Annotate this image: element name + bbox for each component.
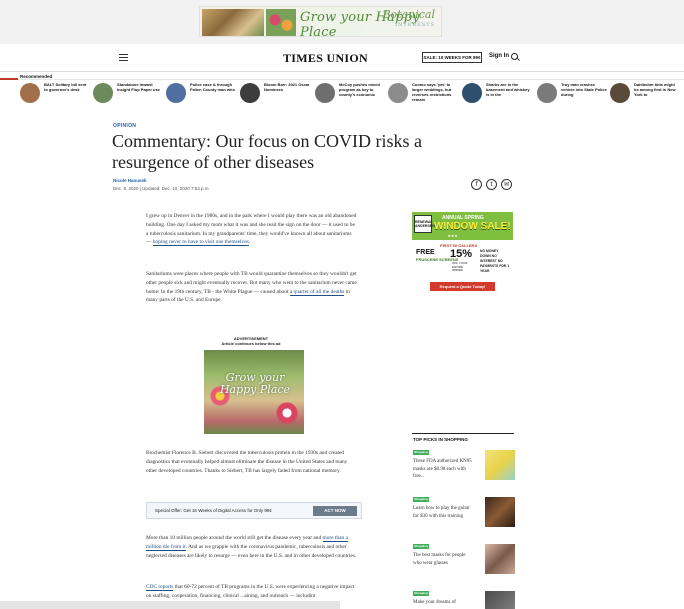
article-paragraph: I grew up in Denver in the 1980s, and in… [146, 212, 358, 247]
masthead: TIMES UNION SALE: 10 WEEKS FOR 99¢ Sign … [0, 44, 684, 72]
offer-text: Special Offer: Get 16 Weeks of Digital A… [155, 508, 272, 513]
special-offer-banner: Special Offer: Get 16 Weeks of Digital A… [146, 502, 362, 519]
top-picks-title: TOP PICKS IN SHOPPING [413, 437, 468, 442]
ad-logo: RENEWAL ANDERSEN [414, 215, 435, 233]
ad-free: FREE [416, 249, 435, 256]
pick-headline: These FDA authorized KN95 masks are $0.9… [413, 459, 472, 479]
ad-photo [202, 9, 264, 36]
shopping-pick[interactable]: Shopping These FDA authorized KN95 masks… [413, 450, 515, 490]
pick-headline: Make your dreams of [413, 600, 456, 605]
ad-percent: 15% [450, 248, 473, 260]
recommended-item[interactable]: Sharks are in the basement and whiskey i… [462, 82, 534, 106]
recommended-item[interactable]: Dahlbohm bids might be among first in Ne… [610, 82, 682, 106]
recommended-thumb [166, 83, 186, 103]
pick-image [485, 591, 515, 609]
recommended-headline: Troy man crashes vehicle into State Poli… [561, 82, 607, 97]
article-headline: Commentary: Our focus on COVID risks a r… [112, 131, 422, 172]
window-sale-ad[interactable]: RENEWAL ANDERSEN ANNUAL SPRING WINDOW SA… [412, 212, 513, 295]
top-banner-ad[interactable]: Grow your Happy Place Botanical INTEREST… [199, 6, 442, 37]
pick-image [485, 544, 515, 574]
ad-title: WINDOW SALE! [434, 221, 511, 232]
top-ad-band: Grow your Happy Place Botanical INTEREST… [0, 0, 684, 44]
flower-image [276, 402, 298, 424]
recommended-thumb [388, 83, 408, 103]
recommended-headline: Cuomo says 'yes' to larger weddings, but… [412, 82, 452, 102]
pick-headline: The best masks for people who wear glass… [413, 553, 466, 566]
recommended-thumb [537, 83, 557, 103]
recommended-headline: BALT Solitary bill sent to governor's de… [44, 82, 87, 92]
recommended-thumb [315, 83, 335, 103]
article-paragraph: Sanitariums were places where people wit… [146, 270, 358, 305]
article-paragraph: More than 10 million people around the w… [146, 534, 358, 560]
article-paragraph: Biochemist Florence B. Siebert discovere… [146, 450, 348, 474]
pick-image [485, 450, 515, 480]
recommended-headline: McCoy pushes mixed program as key to cou… [339, 82, 380, 97]
shopping-badge: Shopping [413, 450, 429, 455]
paragraph-text: . [248, 239, 251, 246]
shopping-badge: Shopping [413, 497, 429, 502]
recommended-headline: Police case & through Fallen County man … [190, 82, 235, 92]
article-paragraph: CDC reports that 60-72 percent of TB pro… [146, 583, 358, 601]
facebook-share-icon[interactable]: f [471, 179, 482, 190]
horizontal-scrollbar[interactable] [0, 601, 340, 609]
shopping-badge: Shopping [413, 544, 429, 549]
recommended-item[interactable]: Standalone Inward Insight Flop Paper use [93, 82, 165, 106]
site-logo[interactable]: TIMES UNION [283, 51, 368, 66]
recommended-headline: Dahlbohm bids might be among first in Ne… [634, 82, 676, 97]
ad-benefits: NO MONEY DOWN NO INTEREST NO PAYMENTS FO… [480, 249, 510, 273]
recommended-item[interactable]: Cuomo says 'yes' to larger weddings, but… [388, 82, 460, 106]
article-dateline: Dec. 9, 2020 | Updated: Dec. 10, 2020 7:… [113, 186, 210, 191]
recommended-item[interactable]: Police case & through Fallen County man … [166, 82, 238, 106]
shopping-pick[interactable]: Shopping Learn how to play the guitar fo… [413, 497, 515, 537]
twitter-share-icon[interactable]: t [486, 179, 497, 190]
recommended-thumb [462, 83, 482, 103]
recommended-thumb [610, 83, 630, 103]
recommended-item[interactable]: Bloom Barr: 2021 Oscar Nominees [240, 82, 312, 106]
recommended-item[interactable]: McCoy pushes mixed program as key to cou… [315, 82, 387, 106]
shopping-pick[interactable]: Shopping Make your dreams of [413, 591, 515, 609]
advertisement-label: ADVERTISEMENT Article continues below th… [196, 336, 306, 346]
recommended-accent [0, 78, 18, 80]
recommended-divider [0, 79, 684, 80]
author-byline[interactable]: Nicole Hanusek [113, 178, 147, 183]
pick-headline: Learn how to play the guitar for $30 wit… [413, 506, 470, 519]
recommended-thumb [93, 83, 113, 103]
sign-in-link[interactable]: Sign In [489, 53, 509, 59]
ad-cta-button[interactable]: Request a Quote Today! [430, 282, 495, 291]
shopping-pick[interactable]: Shopping The best masks for people who w… [413, 544, 515, 584]
recommended-item[interactable]: BALT Solitary bill sent to governor's de… [20, 82, 92, 106]
inline-link[interactable]: CDC reports [146, 584, 174, 591]
paragraph-text: More than 10 million people around the w… [146, 535, 323, 541]
recommended-headline: Standalone Inward Insight Flop Paper use [117, 82, 160, 92]
top-picks-divider [412, 433, 514, 434]
ad-percent-sub: OFF YOUR ENTIRE ORDER [452, 261, 468, 273]
inline-link[interactable]: a quarter of all the deaths [289, 288, 345, 296]
advertisement-subtitle: Article continues below this ad [221, 341, 281, 346]
recommended-headline: Sharks are in the basement and whiskey i… [486, 82, 530, 97]
ad-subtitle: ✱ ✱ ✱ [448, 234, 458, 238]
paragraph-text: that 60-72 percent of TB programs in the… [146, 584, 355, 599]
ad-brand: Botanical INTERESTS [382, 9, 435, 30]
ad-brand-sub: INTERESTS [395, 22, 435, 28]
search-icon[interactable] [511, 53, 518, 60]
ad-flowers-image [266, 9, 296, 36]
recommended-thumb [20, 83, 40, 103]
inline-ad-headline: Grow your Happy Place [219, 371, 291, 396]
recommended-item[interactable]: Troy man crashes vehicle into State Poli… [537, 82, 609, 106]
shopping-badge: Shopping [413, 591, 429, 596]
section-label[interactable]: OPINION [113, 123, 136, 129]
pick-image [485, 497, 515, 527]
act-now-button[interactable]: ACT NOW [313, 506, 357, 516]
recommended-headline: Bloom Barr: 2021 Oscar Nominees [264, 82, 310, 92]
recommended-thumb [240, 83, 260, 103]
hamburger-menu-icon[interactable] [119, 54, 128, 61]
inline-ad[interactable]: Grow your Happy Place [204, 350, 304, 434]
subscribe-sale-button[interactable]: SALE: 10 WEEKS FOR 99¢ [422, 52, 482, 63]
email-share-icon[interactable]: ✉ [501, 179, 512, 190]
inline-link[interactable]: hoping never to have to visit one themse… [152, 239, 249, 247]
